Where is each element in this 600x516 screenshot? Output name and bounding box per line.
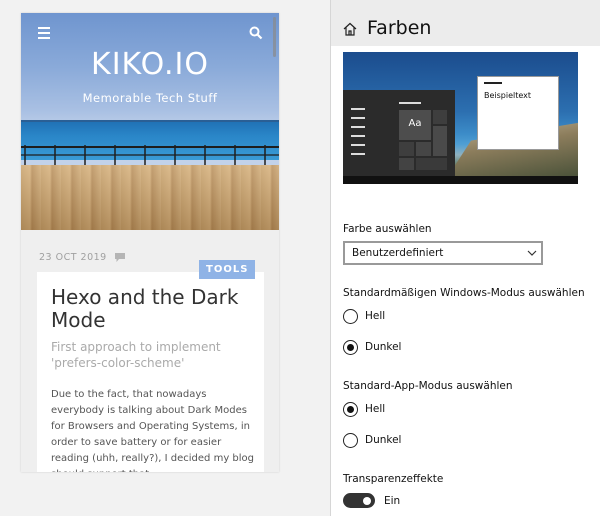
app-mode-dark-label[interactable]: Dunkel [365, 434, 401, 446]
railing-graphic [21, 145, 279, 167]
transparency-state: Ein [384, 495, 401, 507]
windows-mode-label: Standardmäßigen Windows-Modus auswählen [343, 287, 585, 299]
preview-taskbar [343, 176, 578, 184]
comment-icon[interactable] [115, 253, 125, 262]
app-mode-label: Standard-App-Modus auswählen [343, 380, 513, 392]
search-icon[interactable] [249, 26, 263, 40]
preview-start-bar [399, 102, 421, 104]
menu-icon[interactable] [38, 27, 50, 39]
windows-mode-light-radio[interactable] [343, 309, 358, 324]
color-dropdown-value: Benutzerdefiniert [352, 247, 444, 259]
transparency-label: Transparenzeffekte [343, 473, 444, 485]
settings-header: Farben [331, 0, 600, 46]
site-tagline: Memorable Tech Stuff [82, 91, 218, 105]
windows-mode-light-label[interactable]: Hell [365, 310, 385, 322]
site-title[interactable]: KIKO.IO [21, 47, 279, 82]
app-mode-dark-radio[interactable] [343, 433, 358, 448]
preview-tile [433, 126, 447, 156]
post-subtitle: First approach to implement 'prefers-col… [51, 340, 221, 370]
category-tag[interactable]: TOOLS [199, 260, 256, 279]
color-select-label: Farbe auswählen [343, 223, 432, 235]
post-date: 23 OCT 2019 [39, 252, 107, 263]
stone-wall-shade [21, 165, 279, 230]
preview-tile [433, 110, 447, 124]
settings-pane: Farben Aa Beispieltext Farbe auswählen B… [330, 0, 600, 516]
home-icon[interactable] [343, 22, 357, 36]
preview-window-text: Beispieltext [484, 91, 532, 100]
blog-header-image: KIKO.IO Memorable Tech Stuff [21, 13, 279, 230]
preview-tile [399, 158, 414, 170]
preview-tile [399, 142, 414, 156]
post-excerpt: Due to the fact, that nowadays everybody… [51, 389, 255, 472]
theme-preview: Aa Beispieltext [343, 52, 578, 184]
preview-window: Beispieltext [477, 76, 559, 150]
blog-preview-pane: KIKO.IO Memorable Tech Stuff 23 OCT 2019… [0, 0, 330, 516]
windows-mode-dark-label[interactable]: Dunkel [365, 341, 401, 353]
page-title: Farben [367, 17, 432, 39]
windows-mode-dark-radio[interactable] [343, 340, 358, 355]
preview-tile [416, 158, 447, 170]
toggle-knob [363, 496, 371, 505]
scrollbar[interactable] [273, 17, 276, 57]
horizon-line [21, 120, 279, 122]
color-dropdown[interactable]: Benutzerdefiniert [343, 241, 543, 265]
preview-tile [416, 142, 431, 156]
preview-start-menu: Aa [343, 90, 455, 176]
app-mode-light-radio[interactable] [343, 402, 358, 417]
mobile-blog-page: KIKO.IO Memorable Tech Stuff 23 OCT 2019… [21, 13, 279, 472]
transparency-toggle[interactable] [343, 493, 375, 508]
preview-window-bar [484, 82, 502, 84]
preview-tile-text: Aa [408, 118, 422, 129]
app-mode-light-label[interactable]: Hell [365, 403, 385, 415]
chevron-down-icon [527, 250, 537, 256]
preview-start-list [351, 108, 365, 162]
post-title[interactable]: Hexo and the Dark Mode [51, 286, 251, 332]
